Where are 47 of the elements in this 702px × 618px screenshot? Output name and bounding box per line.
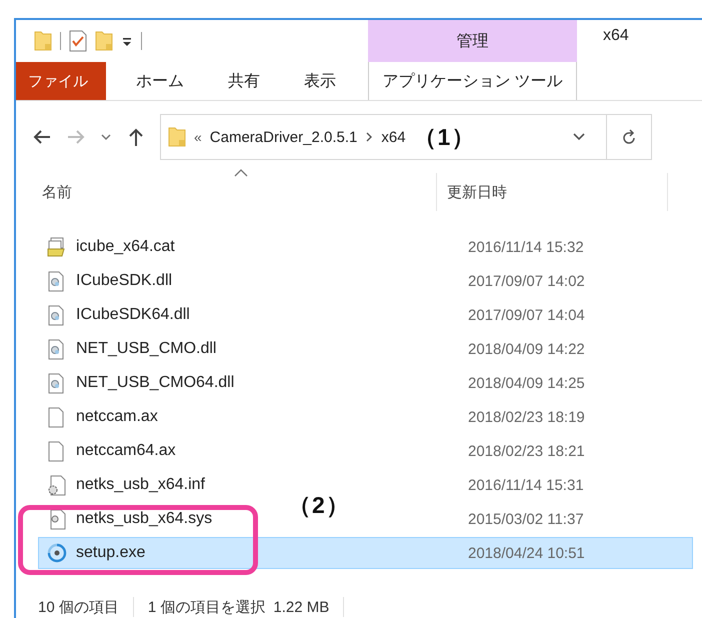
window-title: x64 [602,27,629,46]
modified-date: 2018/04/09 14:22 [468,340,586,358]
file-name[interactable]: netks_usb_x64.inf [76,476,205,494]
file-name[interactable]: ICubeSDK.dll [76,272,172,290]
breadcrumb[interactable]: CameraDriver_2.0.5.1 [210,128,358,146]
checklist-icon[interactable] [69,30,87,52]
file-name[interactable]: NET_USB_CMO64.dll [76,374,234,392]
file-name[interactable]: NET_USB_CMO.dll [76,340,216,358]
modified-date: 2018/04/09 14:25 [468,374,586,392]
file-name[interactable]: netccam64.ax [76,442,176,460]
ribbon-tab[interactable]: 共有 [206,62,282,100]
modified-date: 2017/09/07 14:04 [468,306,586,324]
annotation-label: （1） [414,122,476,152]
address-bar[interactable]: « CameraDriver_2.0.5.1 x64 （1） [160,114,607,160]
modified-date: 2016/11/14 15:32 [468,238,585,256]
file-name[interactable]: ICubeSDK64.dll [76,306,190,324]
breadcrumb[interactable]: x64 [381,128,406,146]
folder-icon [168,126,186,148]
file-name: setup.exe [76,544,146,562]
selection-count: 1 個の項目を選択 [148,598,266,616]
chevron-icon [365,131,374,143]
modified-date: 2018/04/24 10:51 [468,544,586,562]
column-header[interactable]: 名前 [16,173,437,211]
modified-date: 2017/09/07 14:02 [468,272,586,290]
modified-date: 2015/03/02 11:37 [468,510,585,528]
modified-date: 2016/11/14 15:31 [468,476,585,494]
ribbon-tab[interactable]: ホーム [106,62,206,100]
overflow-chevron[interactable]: « [194,129,202,145]
selection-size: 1.22 MB [273,598,330,616]
column-header[interactable]: 更新日時 [437,173,668,211]
context-ribbon-tab[interactable]: アプリケーション ツール [368,62,577,100]
file-name[interactable]: icube_x64.cat [76,238,175,256]
ribbon-tab[interactable]: 表示 [282,62,358,100]
modified-date: 2018/02/23 18:19 [468,408,586,426]
catalog-file-icon [47,236,67,258]
file-tab[interactable]: ファイル [16,62,106,100]
refresh-icon [621,128,637,146]
sort-caret-icon [234,169,248,177]
installer-icon [47,542,67,564]
file-name[interactable]: netccam.ax [76,408,158,426]
context-tab-group: 管理 [368,20,577,62]
modified-date: 2018/02/23 18:21 [468,442,586,460]
annotation-label: （2） [288,494,350,517]
refresh-button[interactable] [607,114,652,160]
file-name[interactable]: netks_usb_x64.sys [76,510,212,528]
item-count: 10 個の項目 [38,598,119,616]
selected-row[interactable]: setup.exe 2018/04/24 10:51 [38,537,693,569]
